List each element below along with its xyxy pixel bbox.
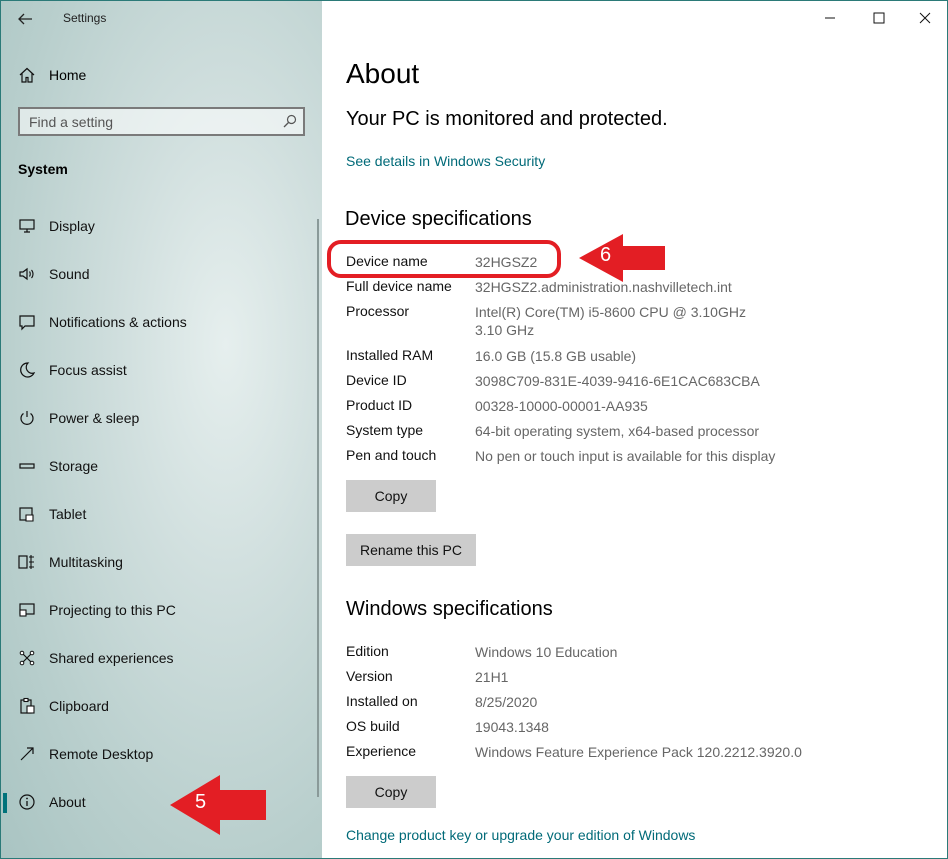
sidebar-item-label: Notifications & actions <box>49 314 187 330</box>
windows-specifications-heading: Windows specifications <box>346 598 553 620</box>
maximize-button[interactable] <box>856 1 902 35</box>
main-content: About Your PC is monitored and protected… <box>322 1 947 858</box>
sidebar-item-projecting[interactable]: Projecting to this PC <box>1 591 319 631</box>
rename-pc-button[interactable]: Rename this PC <box>346 534 476 566</box>
sidebar-item-power-sleep[interactable]: Power & sleep <box>1 399 319 439</box>
sidebar-item-label: Multitasking <box>49 554 123 570</box>
projecting-icon <box>18 601 36 619</box>
sidebar-item-display[interactable]: Display <box>1 207 319 247</box>
power-icon <box>18 409 36 427</box>
sidebar-item-multitasking[interactable]: Multitasking <box>1 543 319 583</box>
device-specifications-heading: Device specifications <box>345 208 532 230</box>
spec-value: 19043.1348 <box>475 719 549 735</box>
sidebar-item-about[interactable]: About <box>1 783 319 823</box>
shared-icon <box>18 649 36 667</box>
storage-icon <box>18 457 36 475</box>
section-title: System <box>18 161 68 177</box>
spec-key: Pen and touch <box>346 447 437 463</box>
speaker-icon <box>18 265 36 283</box>
spec-value: 00328-10000-00001-AA935 <box>475 398 648 414</box>
spec-value: Intel(R) Core(TM) i5-8600 CPU @ 3.10GHz … <box>475 304 758 338</box>
spec-value: 3098C709-831E-4039-9416-6E1CAC683CBA <box>475 373 760 389</box>
close-button[interactable] <box>902 1 947 35</box>
spec-key: Device ID <box>346 372 407 388</box>
spec-value: 64-bit operating system, x64-based proce… <box>475 423 760 439</box>
copy-device-specs-button[interactable]: Copy <box>346 480 436 512</box>
annotation-number-6: 6 <box>600 244 612 266</box>
tablet-icon <box>18 505 36 523</box>
annotation-number-5: 5 <box>195 791 207 813</box>
moon-icon <box>18 361 36 379</box>
spec-key: Version <box>346 668 393 684</box>
home-icon <box>19 67 35 83</box>
spec-key: System type <box>346 422 424 438</box>
sidebar-item-label: Sound <box>49 266 90 282</box>
sidebar-scrollbar[interactable] <box>317 219 319 797</box>
spec-key: Processor <box>346 303 410 319</box>
multitasking-icon <box>18 553 36 571</box>
back-button[interactable] <box>9 5 41 33</box>
sidebar-item-label: Projecting to this PC <box>49 602 176 618</box>
spec-value: Windows Feature Experience Pack 120.2212… <box>475 744 802 760</box>
spec-key: Edition <box>346 643 389 659</box>
sidebar-item-shared-experiences[interactable]: Shared experiences <box>1 639 319 679</box>
sidebar-item-sound[interactable]: Sound <box>1 255 319 295</box>
search-input[interactable] <box>20 109 270 134</box>
sidebar-item-label: Storage <box>49 458 99 474</box>
info-icon <box>18 793 36 811</box>
device-name-highlight <box>327 240 561 278</box>
sidebar-item-label: About <box>49 794 86 810</box>
spec-key: Installed on <box>346 693 418 709</box>
spec-value: No pen or touch input is available for t… <box>475 448 776 464</box>
spec-key: OS build <box>346 718 400 734</box>
sidebar-item-tablet[interactable]: Tablet <box>1 495 319 535</box>
monitor-icon <box>18 217 36 235</box>
spec-key: Product ID <box>346 397 413 413</box>
spec-key: Experience <box>346 743 417 759</box>
maximize-icon <box>873 12 885 24</box>
spec-key: Full device name <box>346 278 452 294</box>
search-icon[interactable] <box>283 114 297 128</box>
sidebar-item-clipboard[interactable]: Clipboard <box>1 687 319 727</box>
sidebar-item-label: Remote Desktop <box>49 746 154 762</box>
sidebar-item-label: Home <box>49 67 87 83</box>
page-title: About <box>346 58 420 89</box>
sidebar-item-storage[interactable]: Storage <box>1 447 319 487</box>
clipboard-icon <box>18 697 36 715</box>
close-icon <box>919 12 931 24</box>
sidebar-item-focus-assist[interactable]: Focus assist <box>1 351 319 391</box>
sidebar-item-label: Shared experiences <box>49 650 174 666</box>
sidebar-item-notifications[interactable]: Notifications & actions <box>1 303 319 343</box>
sidebar-item-label: Tablet <box>49 506 87 522</box>
sidebar-item-label: Display <box>49 218 95 234</box>
back-arrow-icon <box>18 13 32 25</box>
protection-status: Your PC is monitored and protected. <box>346 108 668 130</box>
app-title: Settings <box>63 11 107 25</box>
notification-icon <box>18 313 36 331</box>
spec-value: 16.0 GB (15.8 GB usable) <box>475 348 637 364</box>
title-bar: Settings <box>1 1 322 37</box>
sidebar-item-label: Clipboard <box>49 698 109 714</box>
copy-windows-specs-button[interactable]: Copy <box>346 776 436 808</box>
sidebar-item-label: Focus assist <box>49 362 127 378</box>
annotation-arrow-6 <box>579 234 665 282</box>
spec-value: Windows 10 Education <box>475 644 618 660</box>
sidebar-item-remote-desktop[interactable]: Remote Desktop <box>1 735 319 775</box>
sidebar-item-home[interactable]: Home <box>1 59 322 91</box>
remote-desktop-icon <box>18 745 36 763</box>
spec-value: 21H1 <box>475 669 509 685</box>
minimize-button[interactable] <box>807 1 853 35</box>
selection-indicator <box>3 793 7 813</box>
sidebar: Settings Home System Display <box>1 1 322 858</box>
windows-security-link[interactable]: See details in Windows Security <box>346 153 545 169</box>
minimize-icon <box>825 17 835 19</box>
sidebar-item-label: Power & sleep <box>49 410 140 426</box>
change-product-key-link[interactable]: Change product key or upgrade your editi… <box>346 827 695 843</box>
annotation-arrow-5 <box>170 775 266 835</box>
settings-window: Settings Home System Display <box>0 0 948 859</box>
spec-value: 8/25/2020 <box>475 694 538 710</box>
search-box[interactable] <box>18 107 305 136</box>
spec-key: Installed RAM <box>346 347 434 363</box>
